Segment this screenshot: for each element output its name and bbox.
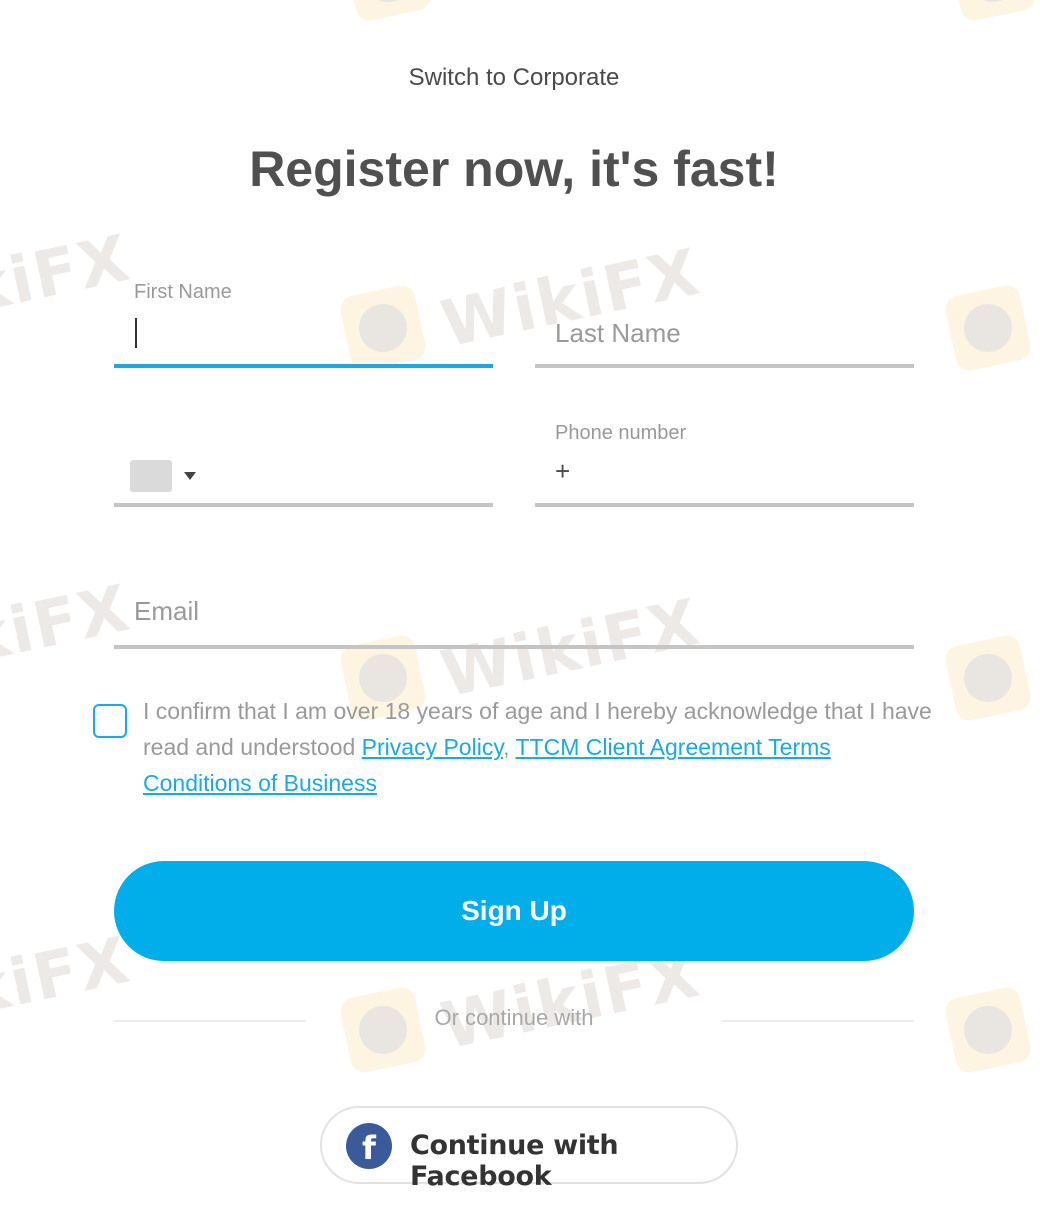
sign-up-button[interactable]: Sign Up bbox=[114, 861, 914, 961]
text-caret bbox=[135, 318, 137, 348]
consent-separator: , bbox=[503, 734, 516, 760]
switch-to-corporate-link[interactable]: Switch to Corporate bbox=[409, 64, 620, 91]
phone-underline bbox=[535, 503, 914, 507]
watermark-logo-icon bbox=[947, 0, 1039, 24]
consent-checkbox[interactable] bbox=[93, 704, 127, 738]
email-field[interactable]: Email bbox=[114, 570, 914, 649]
continue-with-facebook-button[interactable]: f Continue with Facebook bbox=[320, 1106, 738, 1192]
privacy-policy-link[interactable]: Privacy Policy bbox=[362, 734, 503, 760]
watermark-logo-icon bbox=[342, 0, 434, 24]
country-underline bbox=[114, 503, 493, 507]
or-continue-with-text: Or continue with bbox=[434, 1005, 594, 1030]
last-name-underline bbox=[535, 364, 914, 368]
watermark-logo-icon bbox=[942, 282, 1034, 374]
consent-text: I confirm that I am over 18 years of age… bbox=[143, 693, 933, 801]
email-placeholder: Email bbox=[134, 596, 200, 626]
phone-prefix: + bbox=[555, 456, 571, 486]
first-name-underline bbox=[114, 364, 493, 368]
phone-number-field[interactable]: Phone number + bbox=[535, 412, 914, 507]
watermark-logo-icon bbox=[942, 632, 1034, 724]
facebook-icon: f bbox=[346, 1123, 392, 1169]
country-code-select[interactable] bbox=[114, 412, 493, 507]
first-name-label: First Name bbox=[134, 281, 232, 303]
last-name-placeholder: Last Name bbox=[555, 318, 681, 348]
switch-to-corporate: Switch to Corporate bbox=[0, 64, 1028, 92]
first-name-field[interactable]: First Name bbox=[114, 276, 493, 368]
chevron-down-icon[interactable] bbox=[184, 472, 196, 480]
watermark-text: WikiFX bbox=[0, 923, 137, 1051]
country-flag-icon bbox=[130, 460, 172, 492]
page-title: Register now, it's fast! bbox=[249, 141, 779, 197]
facebook-button-label: Continue with Facebook bbox=[410, 1130, 619, 1192]
last-name-field[interactable]: Last Name bbox=[535, 276, 914, 368]
divider-right bbox=[722, 1020, 914, 1022]
email-underline bbox=[114, 645, 914, 649]
phone-number-label: Phone number bbox=[555, 422, 687, 444]
